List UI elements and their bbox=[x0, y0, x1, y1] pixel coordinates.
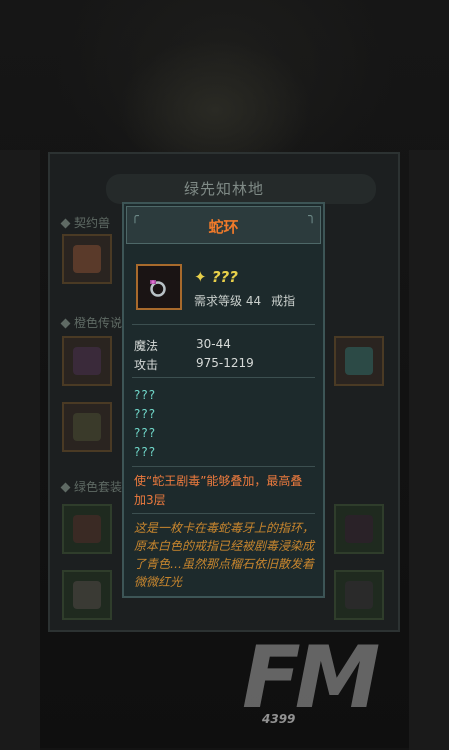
claw-icon bbox=[73, 515, 101, 543]
stat-value: 975-1219 bbox=[196, 356, 254, 370]
item-type: 戒指 bbox=[271, 294, 296, 308]
item-name: 蛇环 bbox=[208, 218, 239, 236]
divider bbox=[132, 466, 315, 467]
diamond-icon bbox=[60, 482, 71, 493]
pet-icon bbox=[73, 245, 101, 273]
unknown-affix: ??? bbox=[134, 388, 157, 402]
item-tooltip: ╭ ╮ 蛇环 ✦ ??? 需求等级 44 戒指 魔法 30-44 攻击 975-1… bbox=[122, 202, 325, 598]
unknown-affix: ??? bbox=[134, 407, 157, 421]
tooltip-header: ╭ ╮ 蛇环 bbox=[126, 206, 321, 244]
stat-name: 攻击 bbox=[134, 358, 159, 372]
helm-icon bbox=[345, 581, 373, 609]
gauntlet-icon bbox=[73, 581, 101, 609]
ring-icon bbox=[150, 280, 166, 297]
bag-title: 绿先知林地 bbox=[183, 180, 264, 198]
bag-slot[interactable] bbox=[62, 402, 112, 452]
armor-icon bbox=[73, 413, 101, 441]
bag-slot[interactable] bbox=[62, 234, 112, 284]
item-requirement: 需求等级 44 戒指 bbox=[194, 292, 305, 309]
item-lore: 这是一枚卡在毒蛇毒牙上的指环，原本白色的戒指已经被剧毒浸染成了青色…虽然那点榴石… bbox=[134, 521, 315, 589]
section-label-green-set: 绿色套装 bbox=[60, 478, 122, 495]
rarity-star-icon: ✦ bbox=[194, 268, 207, 286]
rarity-label: ✦ ??? bbox=[194, 268, 238, 286]
watermark: FM 4399 bbox=[232, 628, 432, 738]
bag-slot[interactable] bbox=[334, 504, 384, 554]
item-icon-frame bbox=[136, 264, 182, 310]
unknown-affix: ??? bbox=[134, 445, 157, 459]
stat-row: 魔法 30-44 bbox=[134, 337, 231, 354]
unknown-affix: ??? bbox=[134, 426, 157, 440]
background-pillar-left bbox=[0, 150, 40, 750]
bag-slot[interactable] bbox=[62, 336, 112, 386]
diamond-icon bbox=[60, 218, 71, 229]
sword-icon bbox=[345, 347, 373, 375]
watermark-brand: 4399 bbox=[262, 712, 296, 726]
stat-value: 30-44 bbox=[196, 337, 231, 351]
section-label-pets: 契约兽 bbox=[60, 214, 110, 231]
cloak-icon bbox=[345, 515, 373, 543]
bag-slot[interactable] bbox=[334, 570, 384, 620]
stat-row: 攻击 975-1219 bbox=[134, 356, 254, 373]
section-label-legendary: 橙色传说 bbox=[60, 314, 122, 331]
stat-name: 魔法 bbox=[134, 339, 159, 353]
diamond-icon bbox=[60, 318, 71, 329]
level-requirement: 需求等级 44 bbox=[194, 294, 262, 308]
bag-slot[interactable] bbox=[334, 336, 384, 386]
bag-slot[interactable] bbox=[62, 504, 112, 554]
divider bbox=[132, 513, 315, 514]
divider bbox=[132, 324, 315, 325]
item-effect: 使“蛇王剧毒”能够叠加，最高叠加3层 bbox=[134, 474, 303, 507]
helmet-icon bbox=[73, 347, 101, 375]
bag-slot[interactable] bbox=[62, 570, 112, 620]
divider bbox=[132, 377, 315, 378]
